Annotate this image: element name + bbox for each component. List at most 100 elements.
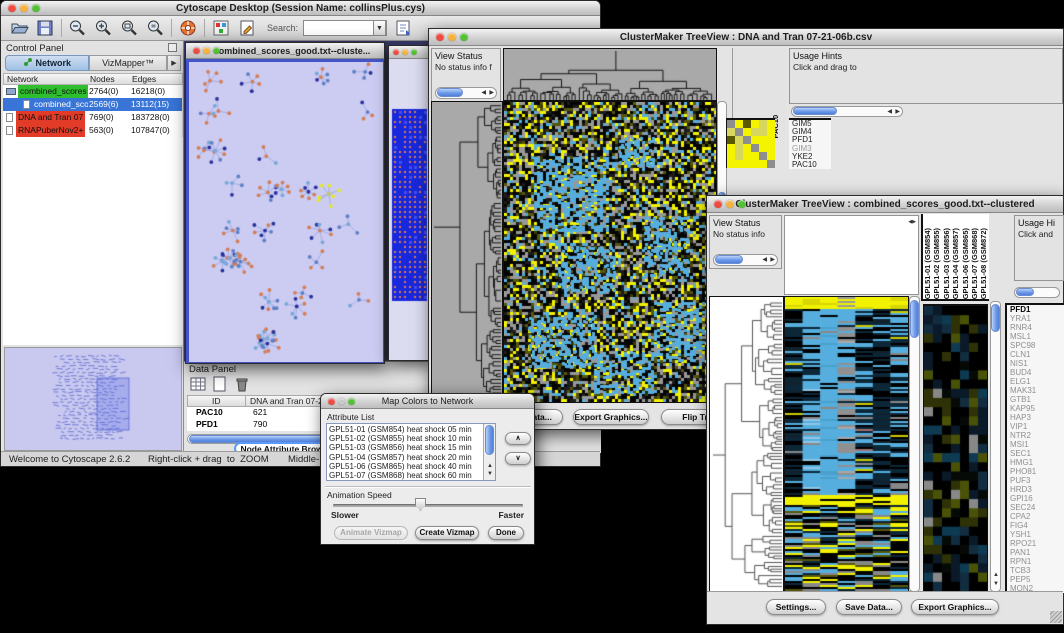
open-file-icon[interactable]	[9, 18, 29, 43]
close-icon[interactable]	[193, 47, 200, 54]
gene-label[interactable]: PHO81	[1007, 467, 1064, 476]
gene-label[interactable]: HRD3	[1007, 485, 1064, 494]
tab-network[interactable]: Network	[5, 55, 89, 71]
minimap-cell[interactable]	[767, 152, 775, 160]
speed-slider-track[interactable]	[333, 504, 523, 507]
zoom-fit-icon[interactable]	[119, 18, 139, 43]
minimap-cell[interactable]	[751, 152, 759, 160]
network-index-icon[interactable]	[393, 18, 413, 43]
scroll-up-icon[interactable]: ▲	[487, 463, 493, 470]
search-dropdown-icon[interactable]: ▼	[373, 20, 386, 36]
minimap-cell[interactable]	[735, 160, 743, 168]
birdseye-canvas[interactable]	[5, 348, 181, 450]
minimap-cell[interactable]	[727, 144, 735, 152]
gene-label[interactable]: PAC10	[789, 161, 831, 169]
minimap-cell[interactable]	[727, 152, 735, 160]
scroll-right-icon[interactable]: ▶	[895, 109, 900, 116]
birdseye-view[interactable]	[4, 347, 182, 451]
minimap-cell[interactable]	[767, 128, 775, 136]
treeview1-titlebar[interactable]: ClusterMaker TreeView : DNA and Tran 07-…	[429, 29, 1063, 46]
gene-label[interactable]: CPA2	[1007, 512, 1064, 521]
gene-label[interactable]: TCB3	[1007, 566, 1064, 575]
treeview2-zoom-heatmap[interactable]	[923, 304, 988, 593]
network-list-blank[interactable]	[3, 137, 183, 345]
minimap-cell[interactable]	[767, 160, 775, 168]
column-label[interactable]: GPL51-02 (GSM855)	[932, 228, 941, 299]
gene-label[interactable]: RPN1	[1007, 557, 1064, 566]
float-panel-icon[interactable]	[168, 43, 177, 52]
gene-label[interactable]: GPI16	[1007, 494, 1064, 503]
network-canvas-2[interactable]	[389, 59, 430, 360]
scroll-left-icon[interactable]: ◀	[481, 90, 486, 97]
minimap-cell[interactable]	[735, 128, 743, 136]
main-titlebar[interactable]: Cytoscape Desktop (Session Name: collins…	[1, 1, 600, 16]
resize-grip[interactable]	[1050, 611, 1062, 623]
network-row-selected[interactable]: combined_sco 2569(6) 13112(15)	[3, 98, 182, 111]
attribute-item[interactable]: GPL51-02 (GSM855) heat shock 10 min	[327, 434, 482, 443]
treeview1-heatmap[interactable]	[503, 101, 717, 403]
zoom-window-icon[interactable]	[738, 200, 746, 208]
minimap-cell[interactable]	[751, 144, 759, 152]
gene-label[interactable]: KAP95	[1007, 404, 1064, 413]
network-view-titlebar[interactable]: combined_scores_good.txt--cluste...	[186, 43, 384, 59]
minimap-cell[interactable]	[743, 144, 751, 152]
view-status-scrollbar[interactable]: ◀ ▶	[713, 254, 778, 266]
gene-label[interactable]: PFD1	[1007, 305, 1064, 314]
treeview2-top-panel[interactable]: ◀▶	[784, 215, 919, 295]
treeview2-vscrollbar[interactable]	[909, 296, 920, 592]
minimap-cell[interactable]	[751, 120, 759, 128]
animate-vizmap-button[interactable]: Animate Vizmap	[334, 526, 408, 540]
scroll-down-icon[interactable]: ▼	[487, 471, 493, 478]
minimap-cell[interactable]	[759, 136, 767, 144]
minimap-cell[interactable]	[743, 160, 751, 168]
minimap-cell[interactable]	[743, 120, 751, 128]
gene-label[interactable]: BUD4	[1007, 368, 1064, 377]
gene-label[interactable]: CLN1	[1007, 350, 1064, 359]
save-data-button[interactable]: Save Data...	[836, 599, 902, 615]
minimap-cell[interactable]	[767, 120, 775, 128]
zoom-selected-icon[interactable]	[145, 18, 165, 43]
network-row-combined-scores[interactable]: combined_scores 2764(0) 16218(0)	[3, 85, 182, 98]
network-view-2-titlebar[interactable]	[389, 46, 430, 59]
close-icon[interactable]	[328, 398, 335, 405]
view-status-scrollbar[interactable]: ◀ ▶	[435, 87, 497, 99]
gene-label[interactable]: RPO21	[1007, 539, 1064, 548]
column-label[interactable]: GPL51-06 (GSM865)	[961, 228, 970, 299]
network-row-dna-tran[interactable]: DNA and Tran 07 769(0) 183728(0)	[3, 111, 182, 124]
minimap-cell[interactable]	[751, 136, 759, 144]
treeview1-left-dendrogram[interactable]	[431, 101, 503, 403]
treeview1-top-dendrogram[interactable]	[503, 48, 717, 101]
settings-button[interactable]: Settings...	[766, 599, 826, 615]
minimap-cell[interactable]	[743, 152, 751, 160]
minimap-cell[interactable]	[767, 136, 775, 144]
attribute-list-vscrollbar[interactable]: ▲ ▼	[483, 424, 495, 480]
minimap-cell[interactable]	[727, 160, 735, 168]
dialog-titlebar[interactable]: Map Colors to Network	[321, 394, 534, 409]
minimap-cell[interactable]	[735, 152, 743, 160]
gene-label[interactable]: SEC1	[1007, 449, 1064, 458]
scroll-right-icon[interactable]: ▶	[489, 90, 494, 97]
treeview1-hscrollbar[interactable]: ◀ ▶	[791, 106, 903, 117]
speed-slider-thumb[interactable]	[415, 498, 426, 511]
minimap-cell[interactable]	[727, 136, 735, 144]
network-row-rnapuber[interactable]: RNAPuberNov2+ 563(0) 107847(0)	[3, 124, 182, 137]
scroll-left-icon[interactable]: ◀	[887, 109, 892, 116]
help-lifering-icon[interactable]	[178, 18, 198, 43]
minimize-icon[interactable]	[203, 47, 210, 54]
gene-label[interactable]: HAP3	[1007, 413, 1064, 422]
gene-label[interactable]: PUF3	[1007, 476, 1064, 485]
treeview2-left-dendrogram[interactable]	[709, 296, 784, 593]
gene-label[interactable]: NIS1	[1007, 359, 1064, 368]
network-canvas[interactable]	[189, 62, 383, 362]
treeview2-titlebar[interactable]: ClusterMaker TreeView : combined_scores_…	[707, 196, 1063, 213]
minimize-icon[interactable]	[726, 200, 734, 208]
minimize-icon[interactable]	[20, 4, 28, 12]
gene-label[interactable]: HMG1	[1007, 458, 1064, 467]
column-label[interactable]: GPL51-04 (GSM857)	[951, 228, 960, 299]
treeview2-heatmap[interactable]	[784, 296, 909, 593]
network-table-header[interactable]: Network Nodes Edges	[3, 73, 183, 85]
zoom-window-icon[interactable]	[460, 33, 468, 41]
zoom-in-icon[interactable]	[93, 18, 113, 43]
minimap-cell[interactable]	[759, 120, 767, 128]
minimize-icon[interactable]	[338, 398, 345, 405]
